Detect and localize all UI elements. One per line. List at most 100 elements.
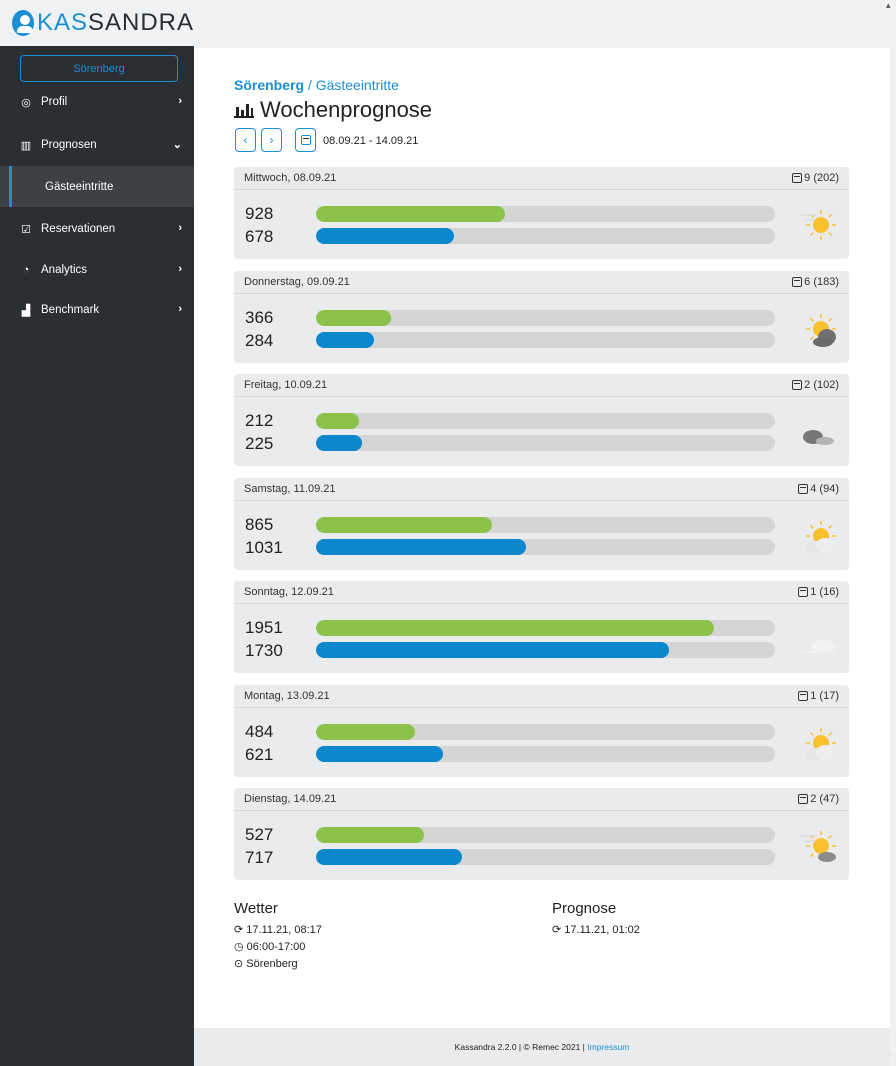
date-range: 08.09.21 - 14.09.21 — [323, 135, 419, 147]
forecast-value: 717 — [245, 848, 274, 867]
footer: Kassandra 2.2.0 | © Remec 2021 | Impress… — [194, 1028, 890, 1066]
day-header: Montag, 13.09.21 1 (17) — [234, 685, 849, 708]
actual-bar — [316, 206, 506, 222]
bar-chart-icon: ▥ — [20, 139, 32, 152]
weather-cloudy-icon — [797, 412, 841, 452]
weather-location: ⊙ Sörenberg — [234, 958, 298, 970]
location-button[interactable]: Sörenberg — [20, 55, 178, 82]
kassandra-logo[interactable]: KASSANDRA — [0, 0, 194, 46]
actual-value: 484 — [245, 721, 274, 741]
actual-bar-track — [316, 723, 775, 740]
day-card[interactable]: Dienstag, 14.09.21 2 (47) 527 717 — [234, 788, 849, 880]
forecast-bar-track — [316, 538, 775, 555]
forecast-bar — [316, 435, 362, 451]
scroll-up-arrow-icon[interactable]: ▴ — [886, 0, 891, 11]
sidebar-item-benchmark[interactable]: ▟ Benchmark › — [0, 291, 194, 329]
forecast-bar-track — [316, 435, 775, 451]
forecast-value: 1031 — [245, 537, 283, 557]
weather-updated: ⟳ 17.11.21, 08:17 — [234, 924, 322, 936]
actual-value: 212 — [245, 411, 274, 430]
day-card[interactable]: Sonntag, 12.09.21 1 (16) 1951 1730 — [234, 581, 849, 673]
day-card[interactable]: Samstag, 11.09.21 4 (94) 865 1031 — [234, 477, 849, 570]
breadcrumb-page: Gästeeintritte — [315, 77, 399, 93]
scrollbar[interactable] — [890, 0, 896, 1066]
forecast-bar — [316, 538, 527, 555]
day-card[interactable]: Mittwoch, 08.09.21 9 (202) 928 678 — [234, 167, 849, 259]
sidebar-item-gaesteeintritte[interactable]: Gästeeintritte — [0, 166, 194, 207]
weather-sunny-windy-icon — [797, 205, 841, 245]
calendar-icon — [300, 135, 311, 145]
actual-bar — [316, 620, 714, 636]
sidebar-item-reservationen[interactable]: ☑ Reservationen › — [0, 210, 194, 248]
day-header: Mittwoch, 08.09.21 9 (202) — [234, 167, 849, 190]
actual-bar — [316, 516, 493, 533]
weather-partly-sunny-icon — [797, 516, 841, 556]
chevron-right-icon: › — [178, 95, 182, 107]
forecast-bar — [316, 331, 374, 348]
day-header: Samstag, 11.09.21 4 (94) — [234, 478, 849, 501]
day-date: Donnerstag, 09.09.21 — [244, 275, 350, 288]
main-content: Sörenberg / Gästeeintritte Wochenprognos… — [194, 48, 890, 1028]
calendar-check-icon — [792, 276, 803, 287]
actual-value: 928 — [245, 204, 274, 223]
sidebar-item-label: Profil — [41, 96, 68, 108]
actual-value: 865 — [245, 514, 274, 534]
sidebar-item-profil[interactable]: ◎ Profil › — [0, 83, 194, 121]
day-card[interactable]: Montag, 13.09.21 1 (17) 484 621 — [234, 684, 849, 777]
forecast-bar — [316, 228, 455, 244]
day-card[interactable]: Donnerstag, 09.09.21 6 (183) 366 284 — [234, 270, 849, 363]
weather-title: Wetter — [234, 900, 278, 917]
sidebar: KASSANDRA Sörenberg ◎ Profil › ▥ Prognos… — [0, 0, 194, 1066]
page-title-text: Wochenprognose — [260, 97, 433, 122]
chevron-right-icon: › — [178, 222, 182, 234]
forecast-bar-track — [316, 745, 775, 762]
forecast-value: 621 — [245, 744, 274, 764]
breadcrumb-location[interactable]: Sörenberg — [234, 77, 304, 93]
day-date: Montag, 13.09.21 — [244, 689, 330, 702]
forecast-title: Prognose — [552, 900, 617, 917]
forecast-value: 1730 — [245, 641, 283, 660]
forecast-updated: ⟳ 17.11.21, 01:02 — [552, 924, 640, 936]
sidebar-item-label: Reservationen — [41, 223, 116, 235]
user-logo-icon — [12, 10, 34, 36]
day-date: Freitag, 10.09.21 — [244, 379, 328, 391]
sidebar-item-label: Gästeeintritte — [45, 180, 114, 193]
reservations-count: 1 (17) — [798, 690, 839, 702]
day-header: Freitag, 10.09.21 2 (102) — [234, 374, 849, 397]
forecast-bar-track — [316, 642, 775, 658]
sidebar-item-analytics[interactable]: ◔ Analytics › — [0, 251, 194, 289]
forecast-bar-track — [316, 849, 775, 865]
reservations-count: 2 (102) — [792, 379, 839, 391]
day-header: Sonntag, 12.09.21 1 (16) — [234, 581, 849, 604]
next-week-button[interactable]: › — [261, 128, 282, 152]
sidebar-item-prognosen[interactable]: ▥ Prognosen ⌄ — [0, 126, 194, 164]
actual-bar — [316, 723, 415, 740]
actual-bar — [316, 309, 391, 326]
actual-bar-track — [316, 827, 775, 843]
benchmark-chart-icon: ▟ — [21, 304, 31, 317]
actual-value: 366 — [245, 307, 274, 327]
reservations-count: 4 (94) — [798, 483, 839, 495]
forecast-bar-track — [316, 331, 775, 348]
reservations-count: 2 (47) — [798, 793, 839, 805]
day-header: Donnerstag, 09.09.21 6 (183) — [234, 271, 849, 294]
actual-value: 1951 — [245, 618, 283, 637]
chevron-right-icon: › — [178, 263, 182, 275]
day-card[interactable]: Freitag, 10.09.21 2 (102) 212 225 — [234, 374, 849, 466]
weather-hours: ◷ 06:00-17:00 — [234, 941, 306, 953]
calendar-button[interactable] — [295, 128, 316, 152]
forecast-bar — [316, 642, 669, 658]
actual-value: 527 — [245, 825, 274, 844]
refresh-icon: ⟳ — [234, 924, 247, 936]
refresh-icon: ⟳ — [552, 924, 565, 936]
calendar-check-icon — [798, 587, 809, 597]
clock-icon: ◷ — [234, 941, 247, 953]
chevron-down-icon: ⌄ — [172, 139, 182, 151]
breadcrumb: Sörenberg / Gästeeintritte — [234, 77, 399, 93]
weather-sun-dark-cloud-icon — [797, 309, 841, 349]
impressum-link[interactable]: Impressum — [587, 1042, 629, 1052]
day-date: Mittwoch, 08.09.21 — [244, 172, 337, 184]
pie-chart-icon: ◔ — [22, 264, 30, 276]
bar-chart-icon — [234, 102, 254, 118]
previous-week-button[interactable]: ‹ — [235, 128, 256, 152]
